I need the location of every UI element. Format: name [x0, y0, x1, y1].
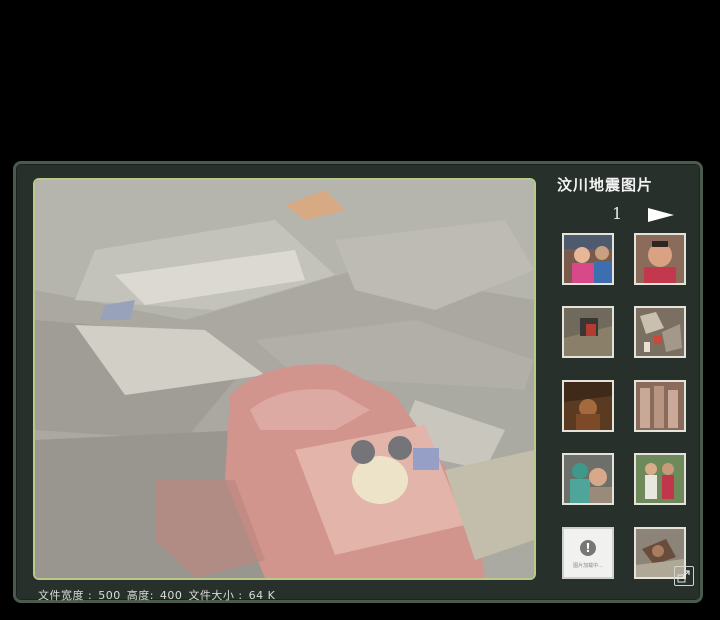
main-image-viewer[interactable]	[33, 178, 536, 580]
exclamation-icon: !	[580, 540, 596, 556]
size-value: 64 K	[248, 589, 276, 602]
image-overlay	[35, 180, 534, 578]
size-label: 文件大小 :	[188, 589, 243, 602]
thumbnail-medical-aid[interactable]	[562, 453, 614, 505]
thumbnail-family-group[interactable]	[634, 453, 686, 505]
thumbnail-debris-closeup[interactable]	[634, 306, 686, 358]
width-label: 文件宽度 :	[38, 589, 93, 602]
thumbnail-crying-woman[interactable]	[634, 233, 686, 285]
width-value: 500	[98, 589, 121, 602]
thumbnail-girl-smiling[interactable]	[562, 233, 614, 285]
expand-icon[interactable]	[674, 566, 694, 586]
image-info: 文件宽度 : 500 高度: 400 文件大小 : 64 K	[38, 587, 277, 603]
page-number: 1	[612, 204, 623, 223]
height-label: 高度:	[126, 589, 154, 602]
thumbnail-rubble-rescue[interactable]	[562, 306, 614, 358]
height-value: 400	[159, 589, 183, 602]
gallery-panel: 文件宽度 : 500 高度: 400 文件大小 : 64 K 汶川地震图片 1 …	[13, 161, 703, 603]
thumbnail-image-unavailable[interactable]: ! 图片加载中...	[562, 527, 614, 579]
thumbnail-covered-bodies[interactable]	[634, 380, 686, 432]
thumbnail-trapped-person[interactable]	[562, 380, 614, 432]
play-arrow-icon[interactable]	[648, 208, 674, 222]
gallery-title: 汶川地震图片	[557, 176, 654, 194]
placeholder-label: 图片加载中...	[573, 563, 603, 569]
